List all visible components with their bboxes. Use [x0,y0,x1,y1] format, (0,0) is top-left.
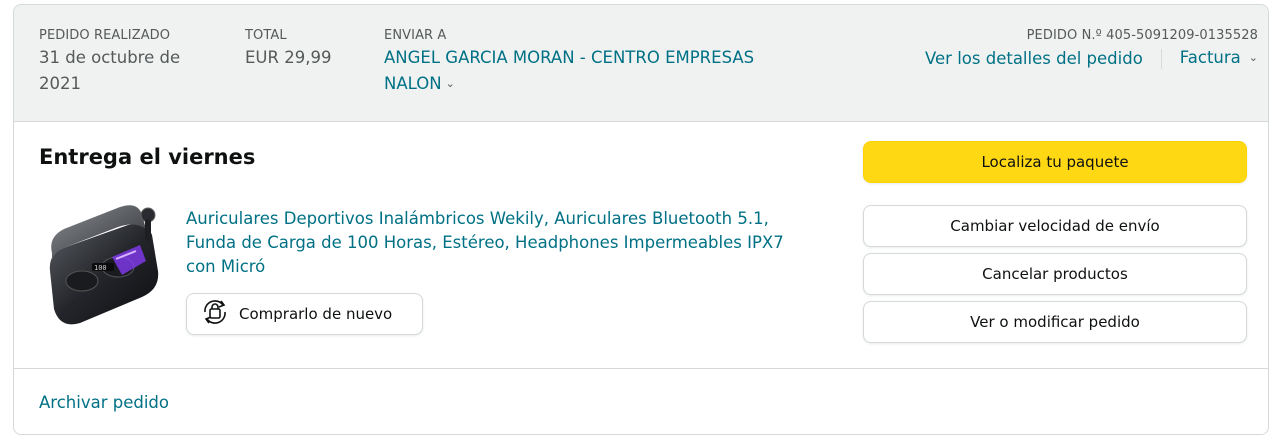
chevron-down-icon: ⌄ [445,77,455,90]
order-date-column: PEDIDO REALIZADO 31 de octubre de 2021 [39,27,219,97]
order-total-column: TOTAL EUR 29,99 [245,27,365,71]
svg-text:100: 100 [94,264,107,272]
order-links: Ver los detalles del pedido Factura ⌄ [925,45,1258,73]
ship-to-line2-wrap: NALON ⌄ [384,71,814,99]
chevron-down-icon: ⌄ [1248,51,1258,64]
ship-to-column: ENVIAR A ANGEL GARCIA MORAN - CENTRO EMP… [384,27,814,99]
order-body: Entrega el viernes 100 Auriculares Depor… [14,123,1268,368]
cancel-items-button[interactable]: Cancelar productos [863,253,1247,295]
order-footer: Archivar pedido [14,368,1268,434]
ship-to-line1: ANGEL GARCIA MORAN - CENTRO EMPRESAS [384,48,755,67]
delivery-status-title: Entrega el viernes [39,145,256,169]
buy-again-button[interactable]: Comprarlo de nuevo [186,293,423,335]
divider [1160,49,1162,69]
ship-to-line2: NALON [384,74,442,93]
invoice-label: Factura [1179,48,1241,67]
order-total-label: TOTAL [245,28,287,43]
ship-to-label: ENVIAR A [384,28,447,43]
view-modify-order-button[interactable]: Ver o modificar pedido [863,301,1247,343]
order-header: PEDIDO REALIZADO 31 de octubre de 2021 T… [14,5,1268,122]
archive-order-link[interactable]: Archivar pedido [39,393,169,412]
order-date-line1: 31 de octubre de [39,48,181,67]
buy-again-icon [199,296,231,332]
product-image[interactable]: 100 [42,201,167,326]
change-shipping-speed-button[interactable]: Cambiar velocidad de envío [863,205,1247,247]
order-number-column: PEDIDO N.º 405-5091209-0135528 Ver los d… [925,27,1258,73]
buy-again-label: Comprarlo de nuevo [239,305,393,323]
order-date-line2: 2021 [39,74,81,93]
product-title-line3: con Micró [186,257,266,276]
invoice-link[interactable]: Factura ⌄ [1180,45,1258,73]
order-date-label: PEDIDO REALIZADO [39,28,171,43]
order-total-value: EUR 29,99 [245,48,332,67]
order-details-link[interactable]: Ver los detalles del pedido [925,46,1143,72]
product-title-link[interactable]: Auriculares Deportivos Inalámbricos Weki… [186,207,826,279]
order-number-label: PEDIDO N.º 405-5091209-0135528 [1026,28,1258,43]
order-card: PEDIDO REALIZADO 31 de octubre de 2021 T… [13,4,1269,435]
track-package-button[interactable]: Localiza tu paquete [863,141,1247,183]
product-title-line1: Auriculares Deportivos Inalámbricos Weki… [186,209,769,228]
ship-to-link[interactable]: ANGEL GARCIA MORAN - CENTRO EMPRESAS NAL… [384,45,814,99]
order-date-value: 31 de octubre de 2021 [39,45,219,97]
product-title-line2: Funda de Carga de 100 Horas, Estéreo, He… [186,233,784,252]
